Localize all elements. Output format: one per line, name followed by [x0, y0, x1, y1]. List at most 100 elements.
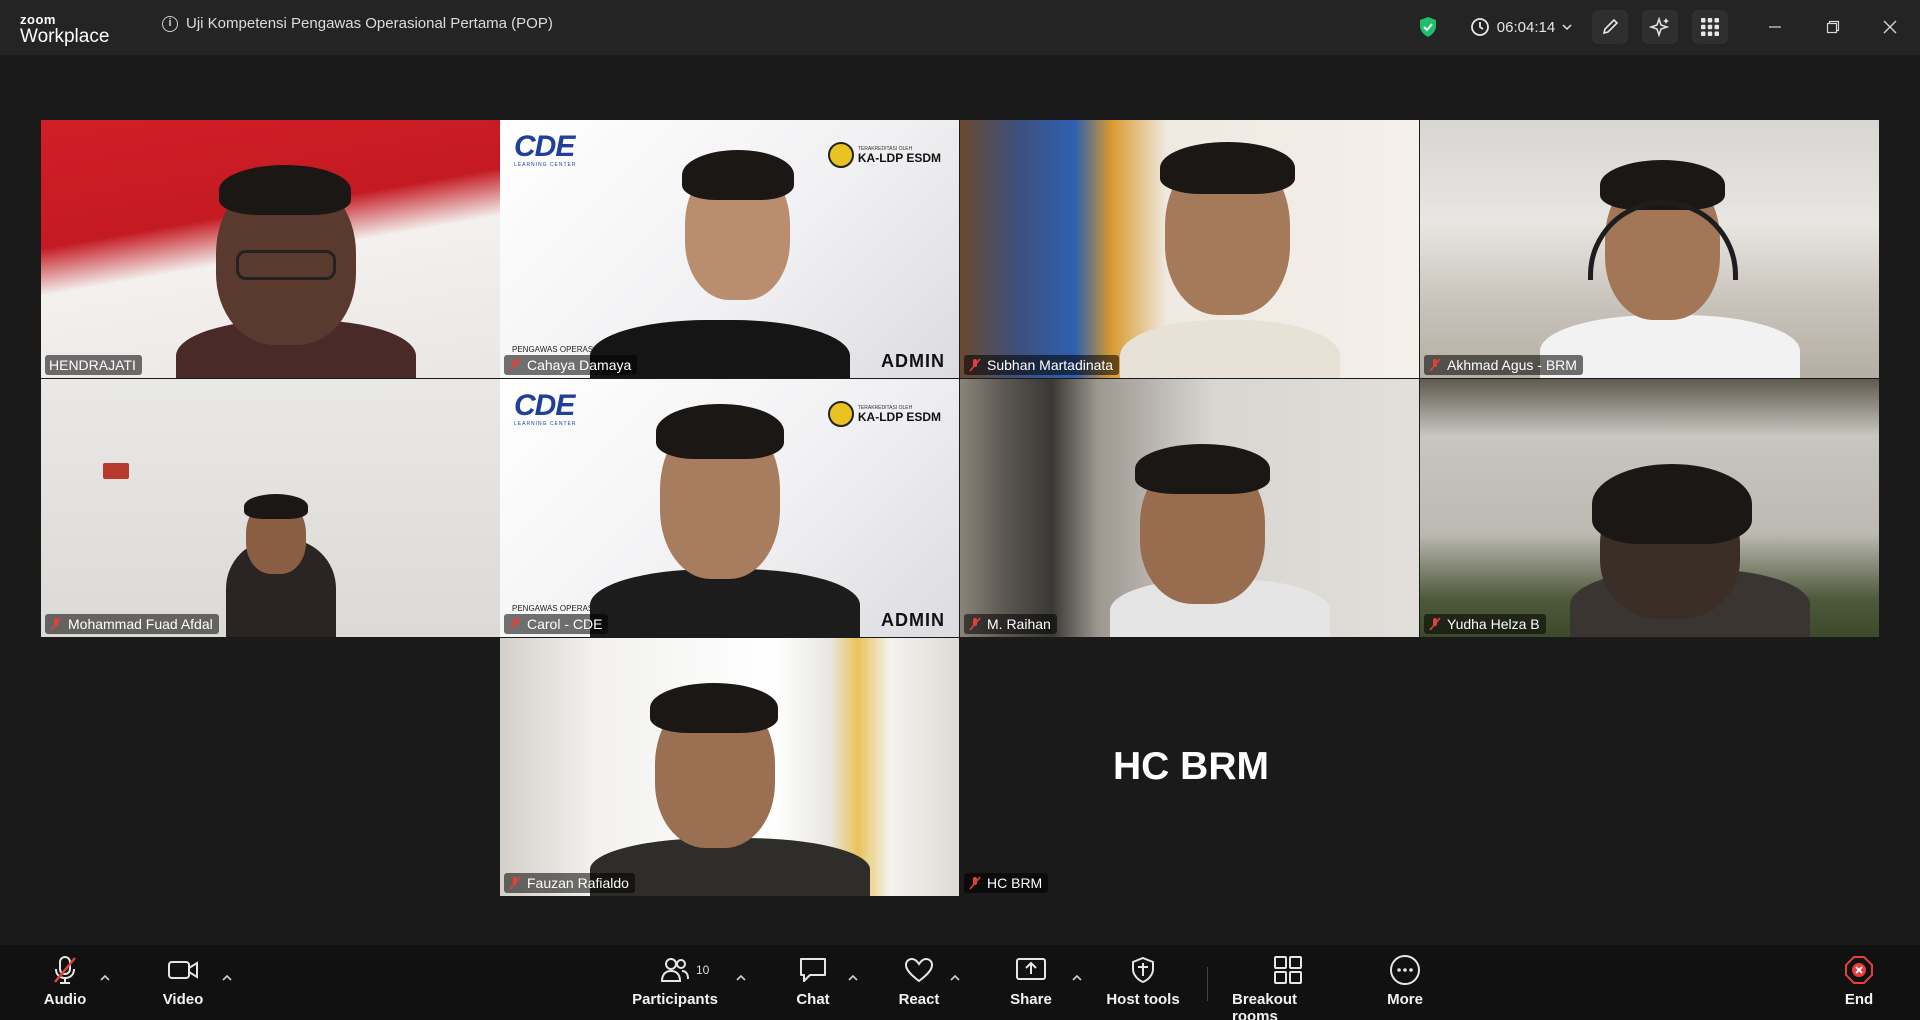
restore-button[interactable]: [1810, 10, 1856, 44]
ai-companion-button[interactable]: [1642, 10, 1678, 44]
breakout-rooms-label: Breakout rooms: [1232, 991, 1298, 1020]
zoom-workplace-logo: zoom Workplace: [20, 13, 130, 47]
share-button[interactable]: Share: [1008, 955, 1054, 1015]
participant-count: 10: [696, 963, 710, 977]
participant-name: HENDRAJATI: [49, 357, 136, 373]
admin-label: ADMIN: [881, 351, 945, 371]
share-options-caret[interactable]: [1070, 969, 1084, 985]
cde-logo: CDE LEARNING CENTER: [514, 389, 584, 428]
audio-label: Audio: [43, 991, 87, 1008]
chat-icon: [800, 958, 826, 982]
chat-options-caret[interactable]: [846, 969, 860, 985]
meeting-toolbar: Audio Video Participants 10 Chat React S…: [0, 945, 1920, 1020]
video-tile-akhmad-agus[interactable]: Akhmad Agus - BRM: [1420, 120, 1879, 378]
clock-icon: [1470, 18, 1489, 36]
info-icon[interactable]: i: [162, 15, 178, 32]
apps-button[interactable]: [1692, 10, 1728, 44]
chat-label: Chat: [796, 991, 830, 1008]
close-icon: [1883, 20, 1897, 34]
chevron-down-icon: [1562, 24, 1572, 31]
react-button[interactable]: React: [896, 955, 942, 1015]
apps-grid-icon: [1701, 18, 1719, 36]
chevron-up-icon: [736, 974, 746, 981]
pengawas-text: PENGAWAS OPERAS: [512, 604, 594, 613]
video-tile-hendrajati[interactable]: HENDRAJATI: [41, 120, 500, 378]
meeting-title[interactable]: i Uji Kompetensi Pengawas Operasional Pe…: [162, 15, 553, 32]
more-button[interactable]: More: [1380, 955, 1430, 1015]
cde-logo-text: CDE: [514, 389, 575, 422]
annotate-button[interactable]: [1592, 10, 1628, 44]
share-screen-icon: [1016, 958, 1046, 980]
toolbar-divider: [1207, 967, 1208, 1001]
restore-icon: [1826, 20, 1840, 34]
name-tag: Yudha Helza B: [1424, 614, 1546, 634]
mic-off-icon: [969, 617, 981, 631]
kalsp-logo: TERAKREDITASI OLEH KA-LDP ESDM: [827, 142, 941, 168]
participant-name: Akhmad Agus - BRM: [1447, 357, 1577, 373]
end-meeting-button[interactable]: End: [1838, 955, 1880, 1015]
host-tools-button[interactable]: Host tools: [1105, 955, 1181, 1015]
react-options-caret[interactable]: [948, 969, 962, 985]
participant-name: Cahaya Damaya: [527, 357, 632, 373]
logo-workplace-text: Workplace: [20, 26, 110, 47]
kalsp-text: KA-LDP ESDM: [857, 151, 941, 165]
participant-name: HC BRM: [987, 875, 1043, 891]
chevron-up-icon: [848, 974, 858, 981]
kalsp-text: KA-LDP ESDM: [857, 410, 941, 424]
participant-name: Mohammad Fuad Afdal: [68, 616, 213, 632]
mic-muted-icon: [54, 956, 76, 984]
learning-center-text: LEARNING CENTER: [514, 162, 577, 168]
breakout-rooms-icon: [1274, 956, 1302, 984]
ai-sparkle-icon: [1649, 16, 1670, 38]
mic-off-icon: [50, 617, 62, 631]
name-tag: Akhmad Agus - BRM: [1424, 355, 1583, 375]
video-tile-mohammad-fuad-afdal[interactable]: Mohammad Fuad Afdal: [41, 379, 500, 637]
video-tile-yudha-helza[interactable]: Yudha Helza B: [1420, 379, 1879, 637]
close-window-button[interactable]: [1867, 10, 1913, 44]
video-button[interactable]: Video: [160, 955, 206, 1015]
react-label: React: [898, 991, 940, 1008]
video-options-caret[interactable]: [220, 969, 234, 985]
esdm-seal-icon: [827, 142, 854, 168]
name-tag: Fauzan Rafialdo: [504, 873, 635, 893]
encryption-shield[interactable]: [1415, 10, 1441, 44]
name-tag: Subhan Martadinata: [964, 355, 1120, 375]
video-camera-icon: [168, 961, 198, 979]
mic-off-icon: [1429, 358, 1441, 372]
more-icon: [1390, 955, 1420, 985]
host-tools-label: Host tools: [1106, 991, 1180, 1008]
chat-button[interactable]: Chat: [790, 955, 836, 1015]
logo-zoom-text: zoom: [20, 12, 56, 27]
name-tag: HENDRAJATI: [45, 355, 142, 375]
pen-icon: [1602, 18, 1619, 35]
mic-off-icon: [969, 876, 981, 890]
chevron-up-icon: [222, 974, 232, 981]
participant-name: Carol - CDE: [527, 616, 603, 632]
learning-center-text: LEARNING CENTER: [514, 421, 577, 427]
participant-name: Yudha Helza B: [1447, 616, 1540, 632]
more-label: More: [1387, 991, 1423, 1008]
audio-options-caret[interactable]: [98, 969, 112, 985]
name-tag: Carol - CDE: [504, 614, 609, 634]
heart-icon: [904, 957, 934, 983]
cde-logo-text: CDE: [514, 130, 575, 163]
meeting-timer[interactable]: 06:04:14: [1466, 10, 1576, 44]
video-tile-cahaya-damaya[interactable]: CDE LEARNING CENTER TERAKREDITASI OLEH K…: [500, 120, 959, 378]
name-tag: M. Raihan: [964, 614, 1057, 634]
camera-off-name: HC BRM: [1113, 745, 1269, 788]
chevron-up-icon: [100, 974, 110, 981]
wall-socket: [103, 463, 129, 479]
pengawas-text: PENGAWAS OPERAS: [512, 345, 594, 354]
breakout-rooms-button[interactable]: Breakout rooms: [1232, 955, 1344, 1020]
audio-button[interactable]: Audio: [42, 955, 88, 1015]
video-tile-subhan-martadinata[interactable]: Subhan Martadinata: [960, 120, 1419, 378]
video-label: Video: [162, 991, 204, 1008]
minimize-button[interactable]: [1752, 10, 1798, 44]
video-tile-m-raihan[interactable]: M. Raihan: [960, 379, 1419, 637]
mic-off-icon: [969, 358, 981, 372]
video-tile-fauzan-rafialdo[interactable]: Fauzan Rafialdo: [500, 638, 959, 896]
mic-off-icon: [509, 617, 521, 631]
participants-options-caret[interactable]: [734, 969, 748, 985]
chevron-up-icon: [1072, 974, 1082, 981]
video-tile-carol-cde[interactable]: CDE LEARNING CENTER TERAKREDITASI OLEH K…: [500, 379, 959, 637]
